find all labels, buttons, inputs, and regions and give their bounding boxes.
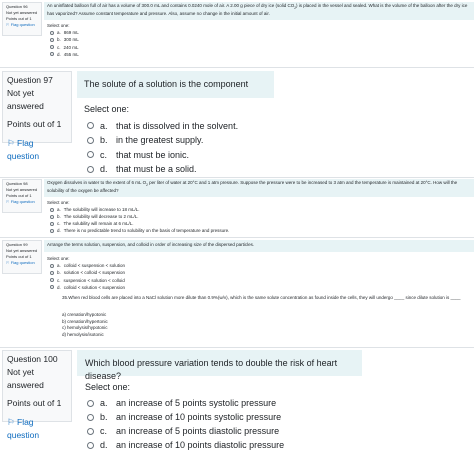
select-one-prompt: Select one:	[85, 382, 131, 392]
flag-icon: ⚐	[6, 22, 10, 27]
question-text: Oxygen dissolves in water to the extent …	[47, 180, 458, 194]
answer-option-c[interactable]: c. 240 mL	[50, 44, 79, 51]
question-text: Arrange the terms solution, suspension, …	[47, 242, 255, 247]
question-number: Question 100	[7, 354, 58, 364]
answer-option-d[interactable]: d. 455 mL	[50, 51, 79, 58]
radio-button[interactable]	[50, 271, 54, 275]
question-99: Question 99 Not yet answered Points out …	[0, 238, 474, 346]
answer-option-c[interactable]: c. The solubility will remain at 6 mL/L.	[50, 220, 229, 227]
answer-option-b[interactable]: b. in the greatest supply.	[87, 133, 238, 148]
answer-option-c[interactable]: c. suspension < solution < colloid	[50, 277, 125, 284]
select-one-prompt: Select one:	[47, 200, 70, 205]
radio-button[interactable]	[50, 214, 54, 219]
radio-button[interactable]	[50, 52, 54, 57]
question-96: Question 96 Not yet answered Points out …	[0, 0, 474, 66]
radio-button[interactable]	[50, 38, 54, 42]
answer-option-d[interactable]: d. colloid < solution < suspension	[50, 284, 125, 291]
question-content-96: An uninflated balloon full of air has a …	[44, 2, 474, 20]
question-number: Question 97	[7, 75, 53, 85]
question-content-99: Arrange the terms solution, suspension, …	[44, 240, 474, 252]
question-state: Not yet answered	[7, 367, 44, 390]
flag-icon: ⚐	[7, 417, 15, 427]
answer-option-b[interactable]: b. The solubility will decrease to 2 mL/L…	[50, 213, 229, 220]
answer-option-b[interactable]: b. solution < colloid < suspension	[50, 269, 125, 276]
radio-button[interactable]	[50, 45, 54, 50]
radio-button[interactable]	[50, 30, 54, 35]
question-100: Question 100 Not yet answered Points out…	[0, 348, 474, 453]
extra-option: c) hemolysis/hypotonic	[62, 325, 108, 330]
answer-option-a[interactable]: a. The solubility will increase to 18 mL/…	[50, 206, 229, 213]
radio-button[interactable]	[87, 165, 94, 173]
radio-button[interactable]	[87, 151, 94, 159]
extra-question-text: 35.When red blood cells are placed into …	[62, 295, 461, 300]
answer-option-a[interactable]: a. that is dissolved in the solvent.	[87, 119, 238, 134]
answer-option-c[interactable]: c. an increase of 5 points diastolic pres…	[87, 424, 284, 438]
radio-button[interactable]	[50, 263, 54, 268]
flag-question-link[interactable]: ⚐ Flag question	[6, 260, 38, 266]
flag-question-link[interactable]: ⚐ Flag question	[6, 199, 38, 205]
select-one-prompt: Select one:	[47, 23, 70, 28]
extra-option: d) hemolysis/isotonic	[62, 331, 104, 337]
question-98: Question 98 Not yet answered Points out …	[0, 178, 474, 236]
question-content-100: Which blood pressure variation tends to …	[77, 350, 362, 381]
question-info-97: Question 97 Not yet answered Points out …	[2, 71, 72, 161]
radio-button[interactable]	[87, 427, 94, 435]
answer-option-d[interactable]: d. an increase of 10 points diastolic pre…	[87, 438, 284, 452]
question-text: The solute of a solution is the componen…	[84, 79, 249, 89]
select-one-prompt: Select one:	[47, 256, 70, 261]
radio-button[interactable]	[50, 221, 54, 226]
question-97: Question 97 Not yet answered Points out …	[0, 68, 474, 176]
flag-icon: ⚐	[6, 199, 10, 204]
answer-option-a[interactable]: a. 869 mL	[50, 29, 79, 36]
radio-button[interactable]	[87, 399, 94, 407]
flag-question-link[interactable]: ⚐ Flag question	[6, 22, 38, 28]
radio-button[interactable]	[50, 278, 54, 283]
flag-question-link[interactable]: ⚐ Flag question	[7, 416, 67, 442]
radio-button[interactable]	[50, 228, 54, 233]
question-grade: Points out of 1	[7, 119, 62, 129]
flag-question-link[interactable]: ⚐ Flag question	[7, 137, 67, 163]
extra-option: a) crenation/hypotonic	[62, 312, 107, 317]
answer-option-c[interactable]: c. that must be ionic.	[87, 148, 238, 163]
answer-option-b[interactable]: b. 300 mL	[50, 36, 79, 43]
radio-button[interactable]	[87, 122, 94, 130]
radio-button[interactable]	[87, 136, 94, 144]
question-content-97: The solute of a solution is the componen…	[77, 71, 274, 98]
flag-icon: ⚐	[6, 260, 10, 265]
radio-button[interactable]	[87, 441, 94, 449]
question-info-98: Question 98 Not yet answered Points out …	[2, 179, 42, 213]
select-one-prompt: Select one:	[84, 104, 130, 114]
radio-button[interactable]	[87, 413, 94, 421]
radio-button[interactable]	[50, 285, 54, 290]
answer-option-a[interactable]: a. colloid < suspension < solution	[50, 262, 125, 269]
answer-option-a[interactable]: a. an increase of 5 points systolic press…	[87, 396, 284, 410]
answer-option-d[interactable]: d. There is no predictable trend to solub…	[50, 227, 229, 234]
answer-option-d[interactable]: d. that must be a solid.	[87, 162, 238, 176]
question-info-99: Question 99 Not yet answered Points out …	[2, 240, 42, 274]
question-state: Not yet answered	[7, 88, 44, 111]
question-info-96: Question 96 Not yet answered Points out …	[2, 2, 42, 36]
question-text: An uninflated balloon full of air has a …	[47, 3, 468, 17]
radio-button[interactable]	[50, 207, 54, 212]
question-info-100: Question 100 Not yet answered Points out…	[2, 350, 72, 440]
question-content-98: Oxygen dissolves in water to the extent …	[44, 179, 474, 197]
answer-option-b[interactable]: b. an increase of 10 points systolic pres…	[87, 410, 284, 424]
flag-icon: ⚐	[7, 138, 15, 148]
question-grade: Points out of 1	[7, 398, 62, 408]
